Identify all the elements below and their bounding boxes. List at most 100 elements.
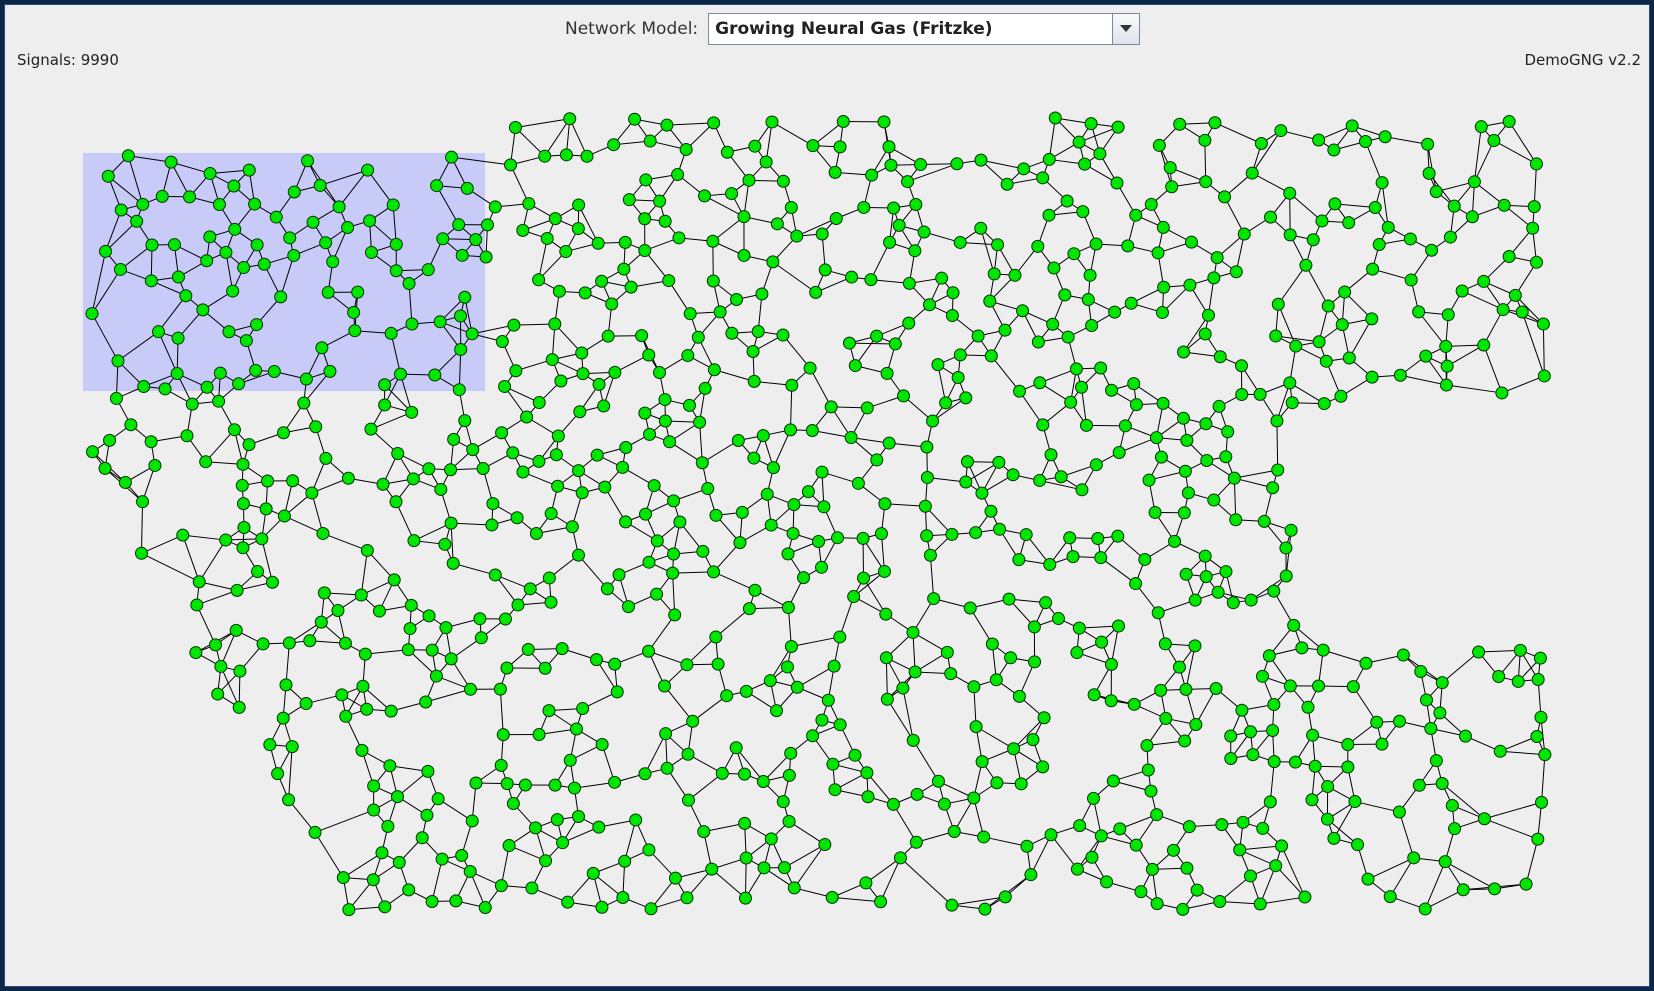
network-node [200,254,214,268]
network-node [1319,354,1333,368]
network-node [1441,308,1455,322]
network-node [271,767,285,781]
network-node [747,374,761,388]
network-edge [772,261,816,293]
network-node [967,791,981,805]
network-node [1033,473,1047,487]
network-node [282,636,296,650]
network-node [1159,711,1173,725]
network-edge [1277,264,1307,305]
network-node [86,445,100,459]
network-node [785,378,799,392]
network-node [650,534,664,548]
network-node [364,422,378,436]
network-node [428,368,442,382]
network-node [227,423,241,437]
network-node [629,813,643,827]
version-label: DemoGNG v2.2 [1524,51,1641,69]
network-node [947,824,961,838]
network-node [1370,715,1384,729]
network-node [136,495,150,509]
network-node [576,702,590,716]
network-node [552,284,566,298]
network-node [691,330,705,344]
network-node [971,329,985,343]
network-node [1201,308,1215,322]
network-node [540,231,554,245]
network-node [1289,339,1303,353]
network-node [476,462,490,476]
network-edge [951,896,1006,906]
network-edge [1541,754,1546,803]
network-node [1150,808,1164,822]
network-model-dropdown[interactable]: Growing Neural Gas (Fritzke) [708,13,1141,45]
network-node [672,231,686,245]
network-edge [1030,834,1052,875]
network-node [1181,486,1195,500]
network-node [729,741,743,755]
network-node [1414,665,1428,679]
network-node [755,287,769,301]
network-node [1383,890,1397,904]
network-node [1134,885,1148,899]
network-node [1341,760,1355,774]
network-node [959,391,973,405]
network-node [263,738,277,752]
network-node [880,692,894,706]
network-node [124,418,138,432]
network-node [1105,383,1119,397]
network-node [896,681,910,695]
network-canvas[interactable] [5,5,1650,987]
network-node [1495,386,1509,400]
network-edge [515,118,570,128]
network-node [1024,868,1038,882]
network-node [883,235,897,249]
network-edge [1424,861,1446,910]
network-node [1064,395,1078,409]
network-node [725,326,739,340]
network-node [592,820,606,834]
network-node [1138,552,1152,566]
network-node [926,414,940,428]
network-node [367,803,381,817]
network-node [1026,733,1040,747]
network-node [1511,674,1525,688]
network-node [559,148,573,162]
network-node [586,866,600,880]
network-node [659,727,673,741]
network-node [286,474,300,488]
network-node [1144,784,1158,798]
dropdown-arrow-button[interactable] [1112,14,1140,44]
network-edge [1483,344,1503,394]
network-node [1070,646,1084,660]
network-node [229,623,243,637]
network-node [653,194,667,208]
network-node [463,682,477,696]
network-node [563,753,577,767]
network-node [549,448,563,462]
network-node [693,415,707,429]
network-node [190,598,204,612]
network-node [1321,299,1335,313]
network-node [364,245,378,259]
network-node [445,150,459,164]
network-node [1154,450,1168,464]
network-node [1264,210,1278,224]
network-node [319,451,333,465]
network-node [738,816,752,830]
network-node [436,232,450,246]
network-node [818,263,832,277]
network-node [111,354,125,368]
network-node [1284,523,1298,537]
network-node [737,248,751,262]
network-node [1306,233,1320,247]
network-node [1317,397,1331,411]
network-node [998,890,1012,904]
network-node [259,502,273,516]
network-node [705,862,719,876]
network-node [1188,593,1202,607]
network-node [1492,670,1506,684]
network-node [763,674,777,688]
network-node [236,457,250,471]
network-node [857,571,871,585]
